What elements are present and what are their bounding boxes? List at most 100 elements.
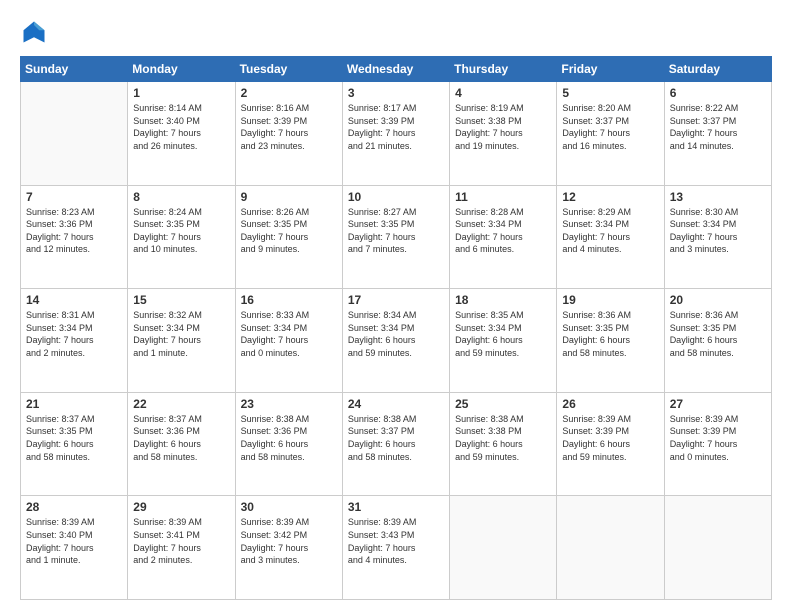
day-number: 26 xyxy=(562,397,658,411)
day-info: Sunrise: 8:33 AM Sunset: 3:34 PM Dayligh… xyxy=(241,309,337,359)
day-number: 11 xyxy=(455,190,551,204)
day-number: 16 xyxy=(241,293,337,307)
calendar-cell: 21 Sunrise: 8:37 AM Sunset: 3:35 PM Dayli… xyxy=(21,392,128,496)
day-number: 9 xyxy=(241,190,337,204)
calendar-cell: 18 Sunrise: 8:35 AM Sunset: 3:34 PM Dayli… xyxy=(450,289,557,393)
day-number: 29 xyxy=(133,500,229,514)
weekday-header: Thursday xyxy=(450,57,557,82)
day-info: Sunrise: 8:19 AM Sunset: 3:38 PM Dayligh… xyxy=(455,102,551,152)
logo-icon xyxy=(20,18,48,46)
calendar-cell: 2 Sunrise: 8:16 AM Sunset: 3:39 PM Daylig… xyxy=(235,82,342,186)
day-info: Sunrise: 8:36 AM Sunset: 3:35 PM Dayligh… xyxy=(562,309,658,359)
weekday-header: Friday xyxy=(557,57,664,82)
calendar-cell: 19 Sunrise: 8:36 AM Sunset: 3:35 PM Dayli… xyxy=(557,289,664,393)
day-info: Sunrise: 8:37 AM Sunset: 3:36 PM Dayligh… xyxy=(133,413,229,463)
calendar-cell: 17 Sunrise: 8:34 AM Sunset: 3:34 PM Dayli… xyxy=(342,289,449,393)
day-number: 21 xyxy=(26,397,122,411)
day-number: 2 xyxy=(241,86,337,100)
day-info: Sunrise: 8:39 AM Sunset: 3:43 PM Dayligh… xyxy=(348,516,444,566)
day-number: 3 xyxy=(348,86,444,100)
calendar-cell: 15 Sunrise: 8:32 AM Sunset: 3:34 PM Dayli… xyxy=(128,289,235,393)
calendar-cell: 11 Sunrise: 8:28 AM Sunset: 3:34 PM Dayli… xyxy=(450,185,557,289)
day-info: Sunrise: 8:23 AM Sunset: 3:36 PM Dayligh… xyxy=(26,206,122,256)
day-info: Sunrise: 8:39 AM Sunset: 3:40 PM Dayligh… xyxy=(26,516,122,566)
day-number: 18 xyxy=(455,293,551,307)
day-info: Sunrise: 8:32 AM Sunset: 3:34 PM Dayligh… xyxy=(133,309,229,359)
day-number: 23 xyxy=(241,397,337,411)
day-number: 14 xyxy=(26,293,122,307)
calendar-cell xyxy=(21,82,128,186)
day-info: Sunrise: 8:38 AM Sunset: 3:38 PM Dayligh… xyxy=(455,413,551,463)
weekday-header: Saturday xyxy=(664,57,771,82)
day-number: 20 xyxy=(670,293,766,307)
calendar-cell: 14 Sunrise: 8:31 AM Sunset: 3:34 PM Dayli… xyxy=(21,289,128,393)
day-number: 22 xyxy=(133,397,229,411)
calendar-cell: 25 Sunrise: 8:38 AM Sunset: 3:38 PM Dayli… xyxy=(450,392,557,496)
day-number: 1 xyxy=(133,86,229,100)
calendar-cell: 24Sunrise: 8:38 AM Sunset: 3:37 PM Dayli… xyxy=(342,392,449,496)
calendar-cell: 4 Sunrise: 8:19 AM Sunset: 3:38 PM Daylig… xyxy=(450,82,557,186)
day-info: Sunrise: 8:26 AM Sunset: 3:35 PM Dayligh… xyxy=(241,206,337,256)
day-number: 30 xyxy=(241,500,337,514)
calendar-cell: 22 Sunrise: 8:37 AM Sunset: 3:36 PM Dayli… xyxy=(128,392,235,496)
calendar-cell: 3 Sunrise: 8:17 AM Sunset: 3:39 PM Daylig… xyxy=(342,82,449,186)
day-info: Sunrise: 8:35 AM Sunset: 3:34 PM Dayligh… xyxy=(455,309,551,359)
calendar-cell: 7 Sunrise: 8:23 AM Sunset: 3:36 PM Daylig… xyxy=(21,185,128,289)
calendar-cell: 30 Sunrise: 8:39 AM Sunset: 3:42 PM Dayli… xyxy=(235,496,342,600)
day-info: Sunrise: 8:37 AM Sunset: 3:35 PM Dayligh… xyxy=(26,413,122,463)
calendar-week-row: 7 Sunrise: 8:23 AM Sunset: 3:36 PM Daylig… xyxy=(21,185,772,289)
calendar-cell: 1 Sunrise: 8:14 AM Sunset: 3:40 PM Daylig… xyxy=(128,82,235,186)
day-info: Sunrise: 8:28 AM Sunset: 3:34 PM Dayligh… xyxy=(455,206,551,256)
day-info: Sunrise: 8:14 AM Sunset: 3:40 PM Dayligh… xyxy=(133,102,229,152)
day-number: 12 xyxy=(562,190,658,204)
day-number: 19 xyxy=(562,293,658,307)
calendar-week-row: 1 Sunrise: 8:14 AM Sunset: 3:40 PM Daylig… xyxy=(21,82,772,186)
day-number: 25 xyxy=(455,397,551,411)
day-info: Sunrise: 8:34 AM Sunset: 3:34 PM Dayligh… xyxy=(348,309,444,359)
day-info: Sunrise: 8:39 AM Sunset: 3:41 PM Dayligh… xyxy=(133,516,229,566)
day-info: Sunrise: 8:22 AM Sunset: 3:37 PM Dayligh… xyxy=(670,102,766,152)
weekday-header: Sunday xyxy=(21,57,128,82)
calendar-week-row: 14 Sunrise: 8:31 AM Sunset: 3:34 PM Dayli… xyxy=(21,289,772,393)
calendar-table: SundayMondayTuesdayWednesdayThursdayFrid… xyxy=(20,56,772,600)
day-info: Sunrise: 8:31 AM Sunset: 3:34 PM Dayligh… xyxy=(26,309,122,359)
day-number: 7 xyxy=(26,190,122,204)
day-number: 17 xyxy=(348,293,444,307)
day-info: Sunrise: 8:36 AM Sunset: 3:35 PM Dayligh… xyxy=(670,309,766,359)
calendar-cell: 13Sunrise: 8:30 AM Sunset: 3:34 PM Dayli… xyxy=(664,185,771,289)
calendar-cell xyxy=(557,496,664,600)
day-info: Sunrise: 8:17 AM Sunset: 3:39 PM Dayligh… xyxy=(348,102,444,152)
calendar-cell: 12 Sunrise: 8:29 AM Sunset: 3:34 PM Dayli… xyxy=(557,185,664,289)
calendar-cell: 5Sunrise: 8:20 AM Sunset: 3:37 PM Daylig… xyxy=(557,82,664,186)
calendar-cell: 20 Sunrise: 8:36 AM Sunset: 3:35 PM Dayli… xyxy=(664,289,771,393)
calendar-cell: 6 Sunrise: 8:22 AM Sunset: 3:37 PM Daylig… xyxy=(664,82,771,186)
weekday-header: Wednesday xyxy=(342,57,449,82)
calendar-cell: 10Sunrise: 8:27 AM Sunset: 3:35 PM Dayli… xyxy=(342,185,449,289)
day-number: 15 xyxy=(133,293,229,307)
day-number: 4 xyxy=(455,86,551,100)
weekday-header: Monday xyxy=(128,57,235,82)
calendar-cell: 29 Sunrise: 8:39 AM Sunset: 3:41 PM Dayli… xyxy=(128,496,235,600)
calendar-cell xyxy=(450,496,557,600)
day-number: 27 xyxy=(670,397,766,411)
calendar-cell xyxy=(664,496,771,600)
day-number: 13 xyxy=(670,190,766,204)
calendar-cell: 28 Sunrise: 8:39 AM Sunset: 3:40 PM Dayli… xyxy=(21,496,128,600)
header xyxy=(20,18,772,46)
calendar-cell: 31Sunrise: 8:39 AM Sunset: 3:43 PM Dayli… xyxy=(342,496,449,600)
day-info: Sunrise: 8:29 AM Sunset: 3:34 PM Dayligh… xyxy=(562,206,658,256)
calendar-week-row: 21 Sunrise: 8:37 AM Sunset: 3:35 PM Dayli… xyxy=(21,392,772,496)
day-info: Sunrise: 8:27 AM Sunset: 3:35 PM Dayligh… xyxy=(348,206,444,256)
calendar-cell: 8Sunrise: 8:24 AM Sunset: 3:35 PM Daylig… xyxy=(128,185,235,289)
calendar-week-row: 28 Sunrise: 8:39 AM Sunset: 3:40 PM Dayli… xyxy=(21,496,772,600)
calendar-cell: 27Sunrise: 8:39 AM Sunset: 3:39 PM Dayli… xyxy=(664,392,771,496)
day-info: Sunrise: 8:39 AM Sunset: 3:42 PM Dayligh… xyxy=(241,516,337,566)
calendar-cell: 23Sunrise: 8:38 AM Sunset: 3:36 PM Dayli… xyxy=(235,392,342,496)
day-number: 24 xyxy=(348,397,444,411)
day-info: Sunrise: 8:16 AM Sunset: 3:39 PM Dayligh… xyxy=(241,102,337,152)
day-info: Sunrise: 8:24 AM Sunset: 3:35 PM Dayligh… xyxy=(133,206,229,256)
page: SundayMondayTuesdayWednesdayThursdayFrid… xyxy=(0,0,792,612)
day-number: 28 xyxy=(26,500,122,514)
calendar-cell: 16 Sunrise: 8:33 AM Sunset: 3:34 PM Dayli… xyxy=(235,289,342,393)
day-number: 6 xyxy=(670,86,766,100)
